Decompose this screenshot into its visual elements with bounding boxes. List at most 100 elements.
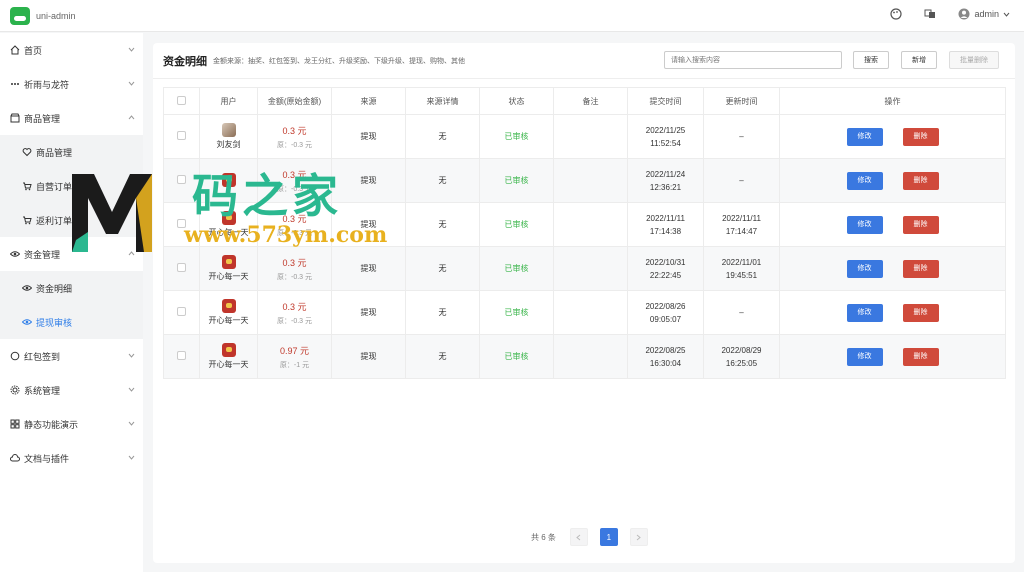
- heart-icon: [22, 148, 32, 157]
- home-icon: [10, 45, 20, 55]
- user-name: 开心每一天: [208, 272, 249, 281]
- edit-button[interactable]: 修改: [846, 127, 883, 146]
- original-amount: 原：-0.3 元: [276, 273, 312, 281]
- avatar: [221, 255, 236, 269]
- sidebar-item-label: 祈雨与龙符: [24, 79, 70, 90]
- uni-logo-icon: [10, 6, 30, 25]
- actions-cell: 修改 删除: [779, 158, 1006, 203]
- col-note: 备注: [553, 87, 628, 115]
- user-name: 开心每一天: [208, 316, 249, 325]
- row-checkbox[interactable]: [177, 351, 186, 360]
- submenu-funds: 资金明细 提现审核: [0, 271, 143, 339]
- amount-value: 0.97 元: [279, 345, 310, 356]
- edit-button[interactable]: 修改: [846, 347, 883, 366]
- sidebar-item-docs[interactable]: 文档与插件: [0, 441, 143, 475]
- next-page-button[interactable]: [629, 528, 648, 546]
- col-update-time: 更新时间: [703, 87, 780, 115]
- row-checkbox[interactable]: [177, 307, 186, 316]
- delete-button[interactable]: 删除: [902, 347, 939, 366]
- add-button[interactable]: 新增: [901, 51, 937, 69]
- eye-icon: [22, 319, 32, 325]
- user-name: 刘友剑: [216, 140, 241, 149]
- edit-button[interactable]: 修改: [846, 171, 883, 190]
- sidebar-item-system[interactable]: 系统管理: [0, 373, 143, 407]
- amount-cell: 0.3 元原：-0.3 元: [257, 202, 332, 247]
- row-select-cell: [163, 114, 200, 159]
- source-detail-cell: 无: [405, 158, 480, 203]
- original-amount: 原：-0.3 元: [276, 185, 312, 193]
- note-cell: [553, 334, 628, 379]
- col-actions: 操作: [779, 87, 1006, 115]
- sidebar-item-home[interactable]: 首页: [0, 33, 143, 67]
- source-detail-cell: 无: [405, 246, 480, 291]
- sidebar-item-label: 资金明细: [36, 283, 73, 294]
- sidebar-item-label: 提现审核: [36, 317, 73, 328]
- row-select-cell: [163, 246, 200, 291]
- col-source-detail: 来源详情: [405, 87, 480, 115]
- sidebar-item-goods[interactable]: 商品管理: [0, 101, 143, 135]
- amount-value: 0.3 元: [282, 125, 307, 136]
- sidebar-item-label: 商品管理: [36, 147, 73, 158]
- sidebar-item-withdraw-review[interactable]: 提现审核: [0, 305, 143, 339]
- translate-icon[interactable]: [924, 8, 936, 20]
- search-button[interactable]: 搜索: [853, 51, 889, 69]
- col-submit-time: 提交时间: [627, 87, 704, 115]
- table-row: 刘友剑 0.3 元原：-0.3 元提现无已审核 2022/11/25 11:52:5…: [163, 114, 1006, 159]
- select-all-checkbox[interactable]: [177, 95, 186, 105]
- sidebar-item-label: 文档与插件: [24, 453, 70, 464]
- sidebar-item-funds[interactable]: 资金管理: [0, 237, 143, 271]
- sidebar-item-goods-manage[interactable]: 商品管理: [0, 135, 143, 169]
- update-time-cell: 2022/08/29 16:25:05: [703, 334, 780, 379]
- sidebar-item-static-demo[interactable]: 静态功能演示: [0, 407, 143, 441]
- fund-table: 用户 金额(原始金额) 来源 来源详情 状态 备注 提交时间 更新时间 操作 刘…: [163, 87, 1006, 379]
- user-menu[interactable]: admin: [958, 8, 1010, 20]
- sidebar-item-self-orders[interactable]: 自营订单: [0, 169, 143, 203]
- update-time-cell: –: [703, 158, 780, 203]
- avatar: [221, 343, 236, 357]
- search-input[interactable]: [664, 51, 842, 69]
- row-select-cell: [163, 290, 200, 335]
- submit-time-cell: 2022/08/26 09:05:07: [627, 290, 704, 335]
- delete-button[interactable]: 删除: [902, 215, 939, 234]
- cloud-icon: [10, 454, 20, 462]
- palette-icon[interactable]: [890, 8, 903, 20]
- edit-button[interactable]: 修改: [846, 259, 883, 278]
- source-cell: 提现: [331, 290, 406, 335]
- delete-button[interactable]: 删除: [902, 303, 939, 322]
- batch-delete-button[interactable]: 批量删除: [949, 51, 999, 69]
- row-checkbox[interactable]: [177, 219, 186, 228]
- row-checkbox[interactable]: [177, 175, 186, 184]
- sidebar-item-label: 资金管理: [24, 249, 61, 260]
- row-checkbox[interactable]: [177, 131, 186, 140]
- grid-icon: [10, 419, 20, 429]
- status-badge: 已审核: [479, 290, 554, 335]
- sidebar-item-rain[interactable]: 祈雨与龙符: [0, 67, 143, 101]
- edit-button[interactable]: 修改: [846, 215, 883, 234]
- source-cell: 提现: [331, 334, 406, 379]
- row-checkbox[interactable]: [177, 263, 186, 272]
- delete-button[interactable]: 删除: [902, 259, 939, 278]
- table-row: 开心每一天 0.3 元原：-0.3 元提现无已审核 2022/11/11 17:14…: [163, 202, 1006, 247]
- cart-icon: [23, 216, 32, 225]
- sidebar-item-label: 商品管理: [24, 113, 61, 124]
- delete-button[interactable]: 删除: [902, 171, 939, 190]
- delete-button[interactable]: 删除: [902, 127, 939, 146]
- note-cell: [553, 202, 628, 247]
- note-cell: [553, 246, 628, 291]
- page-button-current[interactable]: 1: [599, 528, 618, 546]
- table-row: 开心每一天 0.3 元原：-0.3 元提现无已审核 2022/08/26 09:05…: [163, 290, 1006, 335]
- amount-value: 0.3 元: [282, 213, 307, 224]
- amount-cell: 0.3 元原：-0.3 元: [257, 114, 332, 159]
- sidebar-item-rebate-orders[interactable]: 返利订单: [0, 203, 143, 237]
- edit-button[interactable]: 修改: [846, 303, 883, 322]
- prev-page-button[interactable]: [569, 528, 588, 546]
- col-source: 来源: [331, 87, 406, 115]
- pagination: 共 6 条 1: [531, 528, 648, 546]
- source-cell: 提现: [331, 114, 406, 159]
- avatar-icon: [958, 8, 970, 20]
- sidebar-item-label: 首页: [24, 45, 43, 56]
- sidebar-item-redpacket[interactable]: 红包签到: [0, 339, 143, 373]
- sidebar-item-fund-details[interactable]: 资金明细: [0, 271, 143, 305]
- page-title: 资金明细: [163, 55, 207, 68]
- eye-icon: [10, 251, 20, 257]
